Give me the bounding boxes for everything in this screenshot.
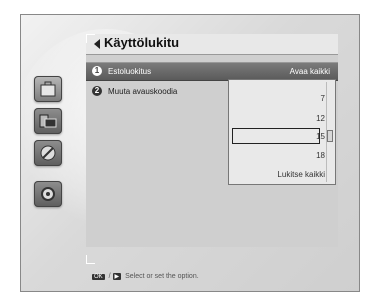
dropdown-scrollbar[interactable] [326,82,333,182]
help-bar: OK / ▶ Select or set the option. [92,273,199,280]
rating-dropdown[interactable]: 7 12 15 18 Lukitse kaikki [228,79,336,185]
menu-item-label: Estoluokitus [108,67,152,76]
right-arrow-key-icon: ▶ [112,273,122,280]
corner-mark [86,255,95,264]
dropdown-option[interactable]: 7 [321,94,325,103]
page-title: Käyttölukitu [104,35,180,50]
help-text: Select or set the option. [125,273,199,280]
dropdown-option-selected[interactable]: 15 [316,132,325,141]
title-bar: Käyttölukitu [86,34,338,55]
ok-key-icon: OK [92,274,105,280]
help-separator: / [108,273,111,280]
dropdown-option[interactable]: 12 [316,114,325,123]
satellite-dish-icon[interactable] [34,140,62,166]
dropdown-option[interactable]: Lukitse kaikki [277,170,325,179]
scrollbar-thumb[interactable] [327,130,333,142]
corner-mark [86,34,95,43]
menu-item-value: Avaa kaikki [289,67,330,76]
dropdown-option[interactable]: 18 [316,151,325,160]
gear-icon[interactable] [34,181,62,207]
menu-item-label: Muuta avauskoodia [108,87,178,96]
monitor-icon[interactable] [34,108,62,134]
dropdown-highlight [232,128,320,144]
toolbox-icon[interactable] [34,76,62,102]
menu-item-number: 2 [92,86,102,96]
menu-item-number: 1 [92,66,102,76]
menu-item-muuta-avauskoodia[interactable]: 2 Muuta avauskoodia [86,85,226,99]
